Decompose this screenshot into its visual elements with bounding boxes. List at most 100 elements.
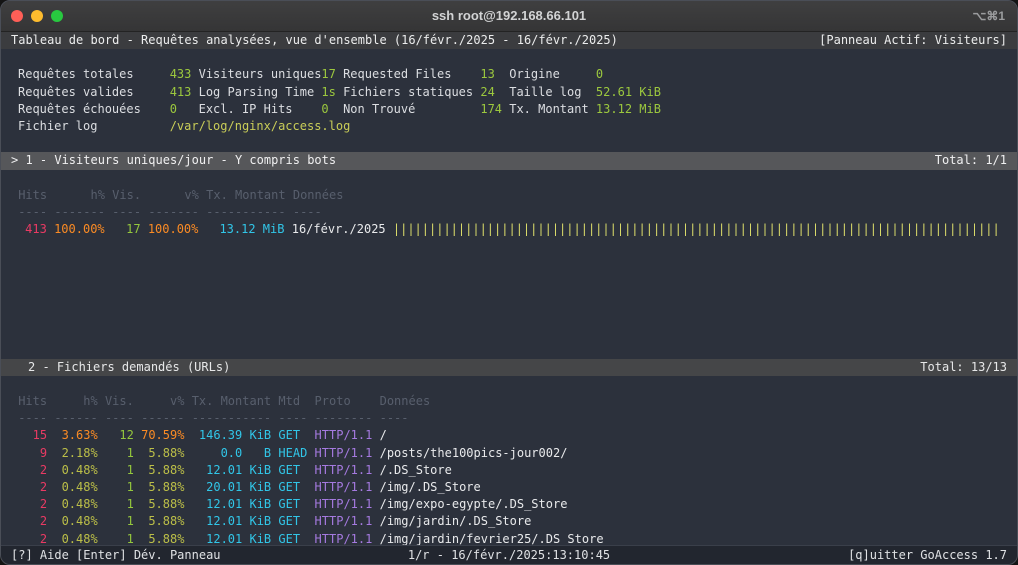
column-header: Tx. Montant (206, 187, 285, 204)
summary-value: 413 (170, 84, 199, 101)
vis-cell: 1 (105, 479, 134, 496)
header-divider: -------- (315, 410, 373, 427)
vpct-cell: 5.88% (141, 496, 184, 513)
header-divider: ---- (293, 204, 387, 221)
summary-value: 174 (480, 101, 509, 118)
data-cell: / (380, 427, 387, 444)
tx-cell: 12.01 KiB (192, 496, 271, 513)
summary-value: 17 (321, 66, 343, 83)
proto-cell: HTTP/1.1 (315, 531, 373, 545)
column-header-row: Hitsh%Vis.v%Tx. MontantDonnées (1, 187, 1017, 204)
summary-value: 0 (596, 66, 603, 83)
data-cell: /img/jardin/fevrier25/.DS_Store (380, 531, 604, 545)
summary-row: Fichier log/var/log/nginx/access.log (1, 118, 1017, 135)
hpct-cell: 3.63% (54, 427, 97, 444)
header-divider: ---- (105, 410, 134, 427)
hits-cell: 2 (11, 479, 47, 496)
summary-row: Requêtes valides413Log Parsing Time1sFic… (1, 84, 1017, 101)
header-divider-row: ----------------------------------------… (1, 410, 1017, 427)
data-cell: /img/expo-egypte/.DS_Store (380, 496, 568, 513)
hits-cell: 9 (11, 445, 47, 462)
vpct-cell: 5.88% (141, 445, 184, 462)
summary-section: Requêtes totales433Visiteurs uniques17Re… (1, 66, 1017, 135)
header-divider: ------ (54, 410, 97, 427)
window-titlebar[interactable]: ssh root@192.168.66.101 ⌥⌘1 (1, 1, 1017, 32)
column-header-row: Hitsh%Vis.v%Tx. MontantMtdProtoDonnées (1, 393, 1017, 410)
panel-1-header-bar[interactable]: > 1 - Visiteurs uniques/jour - Y compris… (1, 152, 1017, 169)
header-divider: ------ (141, 410, 184, 427)
summary-label: Requêtes valides (18, 84, 170, 101)
summary-label: Requêtes totales (18, 66, 170, 83)
table-row[interactable]: 153.63%1270.59%146.39 KiBGETHTTP/1.1/ (1, 427, 1017, 444)
hpct-cell: 2.18% (54, 445, 97, 462)
active-panel-indicator: [Panneau Actif: Visiteurs] (819, 32, 1007, 49)
hits-cell: 15 (11, 427, 47, 444)
mtd-cell: GET (278, 513, 307, 530)
hits-cell: 2 (11, 496, 47, 513)
column-header: Données (380, 393, 431, 410)
panel-2-header-bar[interactable]: 2 - Fichiers demandés (URLs) Total: 13/1… (1, 359, 1017, 376)
panel-1-table: Hitsh%Vis.v%Tx. MontantDonnées----------… (1, 187, 1017, 239)
column-header: Vis. (112, 187, 141, 204)
panel-1-title: > 1 - Visiteurs uniques/jour - Y compris… (11, 152, 336, 169)
panel-2-total: Total: 13/13 (920, 359, 1007, 376)
tx-cell: 12.01 KiB (192, 462, 271, 479)
mtd-cell: GET (278, 479, 307, 496)
vpct-cell: 5.88% (141, 462, 184, 479)
summary-label: Log Parsing Time (199, 84, 322, 101)
mtd-cell: GET (278, 496, 307, 513)
mtd-cell: GET (278, 427, 307, 444)
hits-cell: 2 (11, 513, 47, 530)
proto-cell: HTTP/1.1 (315, 479, 373, 496)
header-divider-row: ------------------------------------- (1, 204, 1017, 221)
vpct-cell: 5.88% (141, 479, 184, 496)
table-row[interactable]: 20.48%15.88%12.01 KiBGETHTTP/1.1/.DS_Sto… (1, 462, 1017, 479)
summary-row: Requêtes totales433Visiteurs uniques17Re… (1, 66, 1017, 83)
column-header: Hits (11, 187, 47, 204)
terminal-screen[interactable]: Tableau de bord - Requêtes analysées, vu… (1, 32, 1017, 545)
column-header: Hits (11, 393, 47, 410)
summary-row: Requêtes échouées0Excl. IP Hits0Non Trou… (1, 101, 1017, 118)
summary-value: 24 (480, 84, 509, 101)
table-row[interactable]: 20.48%15.88%20.01 KiBGETHTTP/1.1/img/.DS… (1, 479, 1017, 496)
column-header: Données (293, 187, 387, 204)
keyboard-shortcut-badge: ⌥⌘1 (972, 1, 1005, 31)
dashboard-title-bar: Tableau de bord - Requêtes analysées, vu… (1, 32, 1017, 49)
table-row[interactable]: 92.18%15.88%0.0 BHEADHTTP/1.1/posts/the1… (1, 445, 1017, 462)
vpct-cell: 70.59% (141, 427, 184, 444)
table-row[interactable]: 20.48%15.88%12.01 KiBGETHTTP/1.1/img/jar… (1, 513, 1017, 530)
table-row[interactable]: 20.48%15.88%12.01 KiBGETHTTP/1.1/img/jar… (1, 531, 1017, 545)
hpct-cell: 0.48% (54, 513, 97, 530)
vis-cell: 1 (105, 513, 134, 530)
data-cell: 16/févr./2025 (292, 221, 386, 238)
header-divider: ------- (54, 204, 105, 221)
window-title: ssh root@192.168.66.101 (1, 1, 1017, 31)
column-header: h% (54, 393, 97, 410)
summary-label: Taille log (509, 84, 596, 101)
tx-cell: 12.01 KiB (192, 531, 271, 545)
vis-cell: 1 (105, 531, 134, 545)
bar-sparkline: ||||||||||||||||||||||||||||||||||||||||… (393, 221, 1000, 238)
hpct-cell: 0.48% (54, 479, 97, 496)
summary-value: 433 (170, 66, 199, 83)
summary-label: Origine (509, 66, 596, 83)
column-header: v% (148, 187, 199, 204)
summary-value: 1s (321, 84, 343, 101)
vis-cell: 12 (105, 427, 134, 444)
table-row[interactable]: 413100.00%17100.00%13.12 MiB16/févr./202… (1, 221, 1017, 238)
summary-label: Non Trouvé (343, 101, 480, 118)
hits-cell: 413 (11, 221, 47, 238)
vpct-cell: 5.88% (141, 513, 184, 530)
column-header: Mtd (278, 393, 307, 410)
tx-cell: 12.01 KiB (192, 513, 271, 530)
proto-cell: HTTP/1.1 (315, 496, 373, 513)
quit-hint: [q]uitter GoAccess 1.7 (610, 548, 1007, 562)
summary-label: Fichiers statiques (343, 84, 480, 101)
summary-value: 0 (170, 101, 199, 118)
summary-value: 52.61 KiB (596, 84, 661, 101)
data-cell: /.DS_Store (380, 462, 452, 479)
summary-label: Visiteurs uniques (199, 66, 322, 83)
summary-label: Fichier log (18, 118, 170, 135)
table-row[interactable]: 20.48%15.88%12.01 KiBGETHTTP/1.1/img/exp… (1, 496, 1017, 513)
hpct-cell: 0.48% (54, 496, 97, 513)
